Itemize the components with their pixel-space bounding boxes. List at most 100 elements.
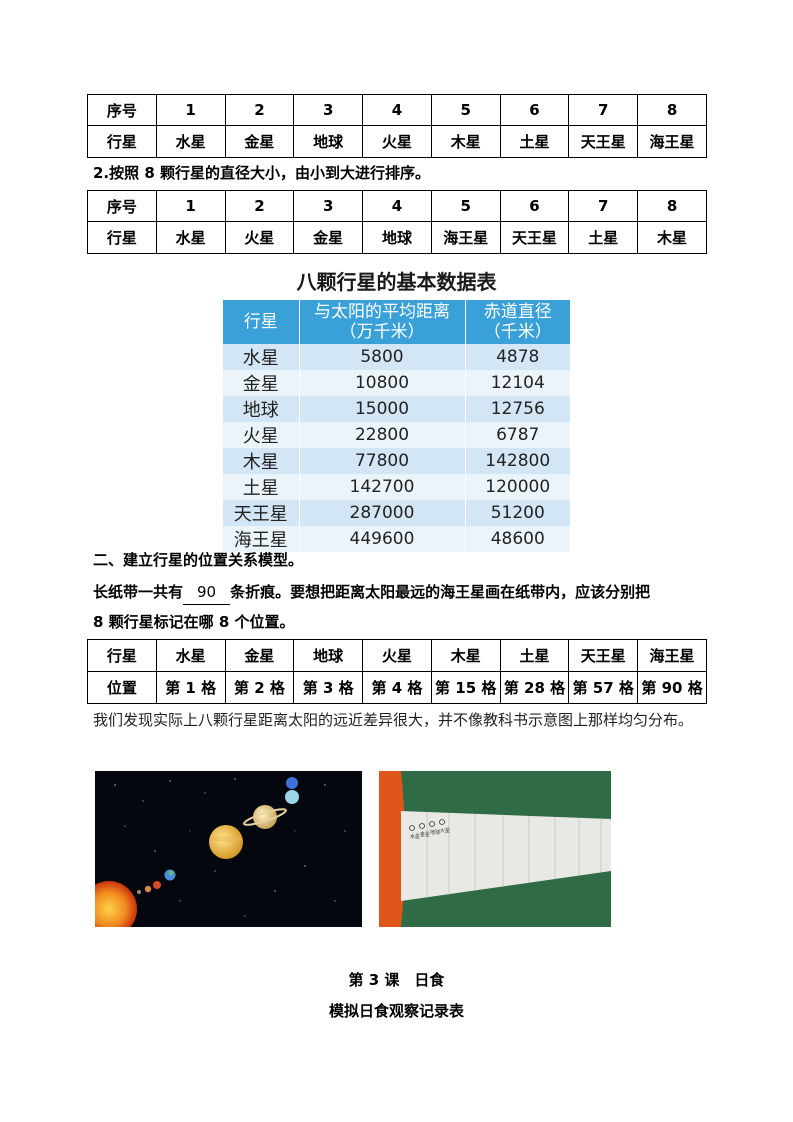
finding-paragraph: 我们发现实际上八颗行星距离太阳的远近差异很大，并不像教科书示意图上那样均匀分布。 bbox=[93, 711, 694, 729]
planet-diameter: 4878 bbox=[465, 344, 570, 370]
strip-mark-label: 金星 bbox=[420, 831, 430, 838]
planet-diameter: 12104 bbox=[465, 370, 570, 396]
table-cell: 第 3 格 bbox=[293, 671, 364, 704]
table-cell: 火星 bbox=[362, 125, 432, 158]
header-distance-line1: 与太阳的平均距离 bbox=[314, 302, 450, 322]
section-2-heading: 二、建立行星的位置关系模型。 bbox=[93, 551, 304, 569]
table-cell: 第 1 格 bbox=[155, 671, 226, 704]
table-cell: 第 57 格 bbox=[568, 671, 639, 704]
table-cell: 6 bbox=[499, 190, 570, 222]
mars-icon bbox=[153, 881, 161, 889]
solar-system-image bbox=[95, 771, 362, 927]
table-row: 地球 15000 12756 bbox=[223, 396, 570, 422]
diameter-order-table: 序号 1 2 3 4 5 6 7 8 行星 水星 火星 金星 地球 海王星 天王… bbox=[87, 190, 707, 254]
planet-distance: 77800 bbox=[299, 448, 466, 474]
data-table-title: 八颗行星的基本数据表 bbox=[296, 270, 497, 294]
table-cell: 地球 bbox=[293, 639, 364, 672]
table-cell: 3 bbox=[293, 94, 364, 126]
table-cell: 火星 bbox=[362, 639, 432, 672]
header-diameter-line1: 赤道直径 bbox=[483, 302, 552, 322]
planet-distance: 15000 bbox=[299, 396, 466, 422]
table-row: 行星 水星 火星 金星 地球 海王星 天王星 土星 木星 bbox=[87, 221, 707, 254]
planet-distance: 287000 bbox=[299, 500, 466, 526]
planet-name: 土星 bbox=[223, 474, 300, 500]
planet-distance: 142700 bbox=[299, 474, 466, 500]
table-cell: 第 4 格 bbox=[362, 671, 432, 704]
table-cell: 木星 bbox=[430, 639, 501, 672]
table-cell: 2 bbox=[224, 190, 295, 222]
table-cell: 土星 bbox=[568, 221, 639, 254]
table-cell: 行星 bbox=[87, 125, 157, 158]
table-cell: 5 bbox=[430, 190, 501, 222]
table-cell: 3 bbox=[293, 190, 364, 222]
planet-name: 木星 bbox=[223, 448, 300, 474]
lesson-title: 第 3 课 日食 bbox=[348, 971, 445, 989]
table-row: 序号 1 2 3 4 5 6 7 8 bbox=[87, 94, 707, 126]
solar-system-illustration bbox=[95, 777, 346, 927]
table-cell: 7 bbox=[568, 190, 639, 222]
table-row: 行星 水星 金星 地球 火星 木星 土星 天王星 海王星 bbox=[87, 639, 707, 672]
planet-name: 金星 bbox=[223, 370, 300, 396]
planet-name: 地球 bbox=[223, 396, 300, 422]
venus-icon bbox=[144, 885, 152, 893]
table-row: 木星 77800 142800 bbox=[223, 448, 570, 474]
section-2-line-1: 长纸带一共有 90 条折痕。要想把距离太阳最远的海王星画在纸带内，应该分别把 bbox=[93, 580, 650, 605]
table-cell: 天王星 bbox=[499, 221, 570, 254]
fold-count-answer: 90 bbox=[183, 580, 231, 605]
table-row: 土星 142700 120000 bbox=[223, 474, 570, 500]
table-cell: 木星 bbox=[430, 125, 501, 158]
planet-name: 火星 bbox=[223, 422, 300, 448]
line-1-suffix: 条折痕。要想把距离太阳最远的海王星画在纸带内，应该分别把 bbox=[230, 583, 651, 601]
table-cell: 行星 bbox=[87, 639, 157, 672]
table-cell: 位置 bbox=[87, 671, 157, 704]
planet-diameter: 12756 bbox=[465, 396, 570, 422]
table-cell: 海王星 bbox=[430, 221, 501, 254]
table-cell: 土星 bbox=[499, 639, 570, 672]
planet-diameter: 120000 bbox=[465, 474, 570, 500]
table-row: 位置 第 1 格 第 2 格 第 3 格 第 4 格 第 15 格 第 28 格… bbox=[87, 671, 707, 704]
header-distance-line2: （万千米） bbox=[339, 322, 425, 342]
table-cell: 7 bbox=[568, 94, 639, 126]
strip-mark-label: 水星 bbox=[410, 833, 420, 840]
table-row: 火星 22800 6787 bbox=[223, 422, 570, 448]
lesson-subtitle: 模拟日食观察记录表 bbox=[328, 1002, 464, 1020]
planet-position-table: 行星 水星 金星 地球 火星 木星 土星 天王星 海王星 位置 第 1 格 第 … bbox=[87, 639, 707, 704]
table-cell: 火星 bbox=[224, 221, 295, 254]
table-cell: 4 bbox=[362, 190, 432, 222]
table-row: 天王星 287000 51200 bbox=[223, 500, 570, 526]
planet-distance: 10800 bbox=[299, 370, 466, 396]
mercury-icon bbox=[137, 890, 141, 894]
table-cell: 4 bbox=[362, 94, 432, 126]
planet-name: 天王星 bbox=[223, 500, 300, 526]
data-table-header: 行星 与太阳的平均距离 （万千米） 赤道直径 （千米） bbox=[223, 300, 570, 344]
table-cell: 地球 bbox=[362, 221, 432, 254]
sun-icon bbox=[95, 881, 137, 927]
table-row: 序号 1 2 3 4 5 6 7 8 bbox=[87, 190, 707, 222]
table-cell: 1 bbox=[155, 190, 226, 222]
table-cell: 海王星 bbox=[637, 639, 707, 672]
strip-mark-label: 火星 bbox=[440, 828, 450, 834]
table-row: 金星 10800 12104 bbox=[223, 370, 570, 396]
table-cell: 海王星 bbox=[637, 125, 707, 158]
table-cell: 第 15 格 bbox=[430, 671, 501, 704]
table-cell: 8 bbox=[637, 94, 707, 126]
table-cell: 第 90 格 bbox=[637, 671, 707, 704]
table-cell: 8 bbox=[637, 190, 707, 222]
table-cell: 水星 bbox=[155, 125, 226, 158]
neptune-icon bbox=[286, 777, 298, 789]
strip-mark-label: 地球 bbox=[430, 829, 440, 836]
table-cell: 水星 bbox=[155, 221, 226, 254]
planet-diameter: 142800 bbox=[465, 448, 570, 474]
table-cell: 第 28 格 bbox=[499, 671, 570, 704]
line-1-prefix: 长纸带一共有 bbox=[93, 583, 184, 601]
header-distance: 与太阳的平均距离 （万千米） bbox=[299, 300, 466, 344]
planet-distance: 5800 bbox=[299, 344, 466, 370]
table-cell: 金星 bbox=[293, 221, 364, 254]
header-planet: 行星 bbox=[223, 300, 300, 344]
planet-order-table: 序号 1 2 3 4 5 6 7 8 行星 水星 金星 地球 火星 木星 土星 … bbox=[87, 94, 707, 158]
table-cell: 天王星 bbox=[568, 639, 639, 672]
table-cell: 2 bbox=[224, 94, 295, 126]
table-cell: 土星 bbox=[499, 125, 570, 158]
table-cell: 序号 bbox=[87, 190, 157, 222]
planet-name: 水星 bbox=[223, 344, 300, 370]
